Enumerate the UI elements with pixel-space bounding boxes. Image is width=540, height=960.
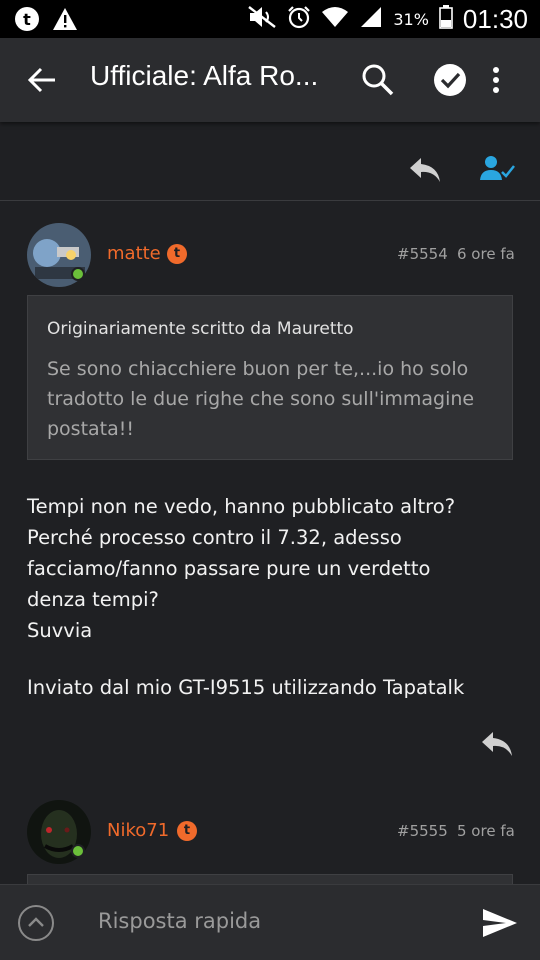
thread-title: Ufficiale: Alfa Ro... bbox=[90, 60, 319, 91]
quote-author: Originariamente scritto da Mauretto bbox=[47, 319, 354, 339]
signal-icon bbox=[359, 6, 383, 34]
search-icon[interactable] bbox=[360, 62, 396, 98]
previous-post-actions bbox=[0, 142, 540, 200]
battery-icon bbox=[439, 4, 453, 35]
online-status-dot bbox=[71, 267, 85, 281]
tapatalk-notification-icon: t bbox=[14, 6, 40, 36]
warning-icon bbox=[52, 7, 78, 35]
quote-text: Se sono chiacchiere buon per te,...io ho… bbox=[47, 358, 475, 440]
alarm-icon bbox=[287, 5, 311, 35]
quote-block bbox=[27, 874, 513, 884]
username[interactable]: matte bbox=[107, 243, 161, 264]
overflow-menu-icon[interactable] bbox=[486, 62, 506, 98]
thread-content[interactable]: matte t #5554 6 ore fa Originariamente s… bbox=[0, 122, 540, 884]
mark-read-check-icon[interactable] bbox=[432, 62, 468, 98]
post-number: #5554 bbox=[397, 245, 448, 263]
quote-block: Originariamente scritto da Mauretto Se s… bbox=[27, 295, 513, 460]
reply-icon[interactable] bbox=[408, 156, 442, 188]
expand-chevron-up-icon[interactable] bbox=[18, 905, 54, 941]
post-number: #5555 bbox=[397, 822, 448, 840]
tapatalk-user-badge-icon: t bbox=[177, 821, 197, 841]
post-signature: Inviato dal mio GT-I9515 utilizzando Tap… bbox=[27, 676, 465, 699]
quick-reply-input[interactable]: Risposta rapida bbox=[98, 909, 261, 933]
battery-percent: 31% bbox=[393, 10, 429, 29]
reply-icon[interactable] bbox=[480, 730, 514, 760]
quick-reply-bar: Risposta rapida bbox=[0, 884, 540, 960]
post-body-line: Tempi non ne vedo, hanno pubblicato altr… bbox=[27, 495, 456, 518]
post-divider bbox=[0, 200, 540, 201]
tapatalk-user-badge-icon: t bbox=[167, 244, 187, 264]
mute-icon bbox=[247, 5, 277, 35]
post-time: 5 ore fa bbox=[457, 822, 515, 840]
wifi-icon bbox=[321, 5, 349, 35]
post-body-line: Perché processo contro il 7.32, adesso bbox=[27, 526, 402, 549]
post-body-line: denza tempi? bbox=[27, 588, 159, 611]
post-body-line: facciamo/fanno passare pure un verdetto bbox=[27, 557, 431, 580]
post-time: 6 ore fa bbox=[457, 245, 515, 263]
follow-user-icon[interactable] bbox=[480, 154, 516, 188]
online-status-dot bbox=[71, 844, 85, 858]
post-body: Tempi non ne vedo, hanno pubblicato altr… bbox=[27, 491, 517, 646]
clock: 01:30 bbox=[462, 4, 528, 34]
post-body-line: Suvvia bbox=[27, 619, 93, 642]
svg-text:t: t bbox=[23, 10, 31, 29]
username[interactable]: Niko71 bbox=[107, 820, 169, 841]
status-bar: t 31% 01:30 bbox=[0, 0, 540, 38]
back-arrow-icon[interactable] bbox=[26, 64, 58, 96]
send-icon[interactable] bbox=[482, 907, 518, 939]
app-bar: Ufficiale: Alfa Ro... bbox=[0, 38, 540, 122]
